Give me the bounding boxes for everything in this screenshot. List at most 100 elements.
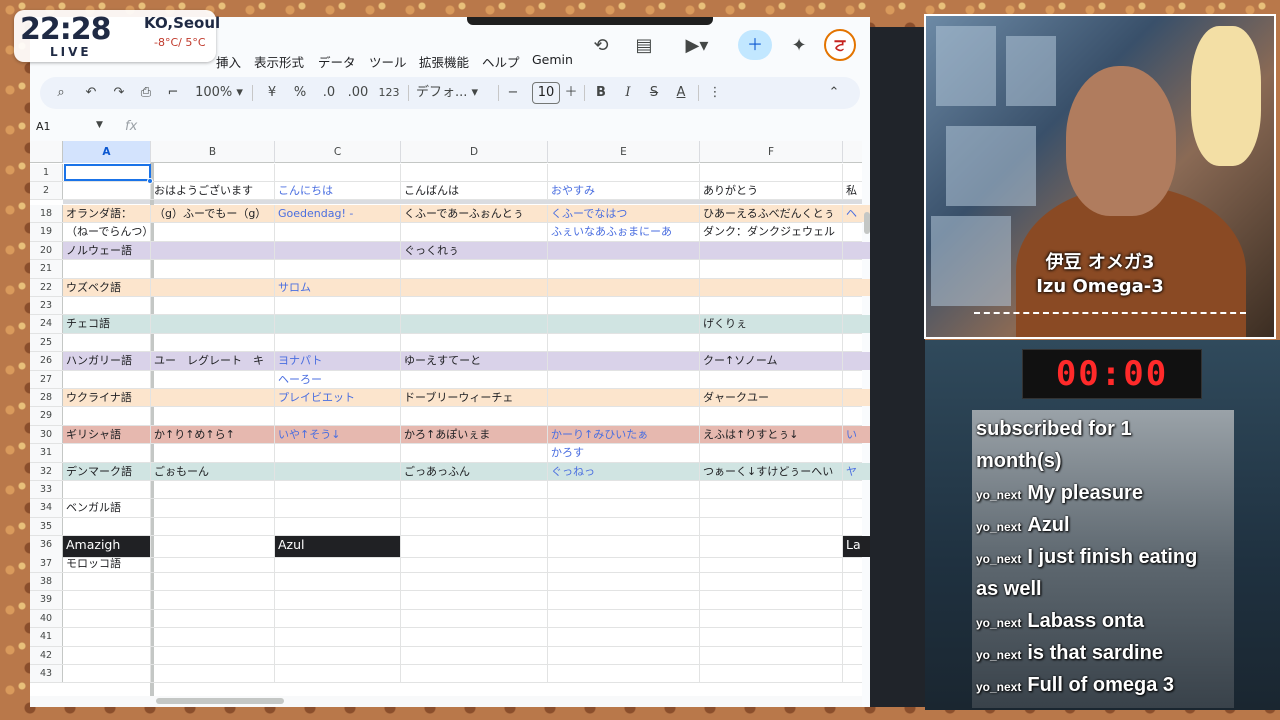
cell-f28[interactable]: ダャークユー: [700, 389, 843, 407]
cell-e22[interactable]: [548, 278, 700, 296]
row-number[interactable]: 37: [30, 554, 63, 572]
cell-f43[interactable]: [700, 665, 843, 683]
cell-e39[interactable]: [548, 591, 700, 609]
cell-g31[interactable]: [843, 444, 870, 461]
menu-extensions[interactable]: 拡張機能: [419, 52, 469, 71]
row-number[interactable]: 41: [30, 628, 63, 646]
cell-c19[interactable]: [275, 223, 401, 241]
cell-d37[interactable]: [401, 554, 548, 572]
cell-d27[interactable]: [401, 370, 548, 388]
row-number[interactable]: 42: [30, 646, 63, 664]
cell-f35[interactable]: [700, 517, 843, 536]
search-icon[interactable]: ⌕: [52, 83, 70, 103]
menu-help[interactable]: ヘルプ: [482, 52, 520, 71]
cell-d21[interactable]: [401, 260, 548, 278]
cell-e42[interactable]: [548, 646, 700, 664]
cell-c2[interactable]: こんにちは: [275, 182, 401, 200]
cell-c21[interactable]: [275, 260, 401, 278]
cell-g30[interactable]: い: [843, 425, 870, 444]
cell-a18[interactable]: オランダ語：: [63, 205, 151, 223]
cell-c38[interactable]: [275, 573, 401, 591]
cell-c42[interactable]: [275, 646, 401, 664]
font-size-input[interactable]: 10: [532, 82, 560, 104]
cell-g24[interactable]: [843, 315, 870, 333]
cell-c35[interactable]: [275, 517, 401, 536]
cell-e25[interactable]: [548, 333, 700, 352]
cell-f32[interactable]: つぁーく↓すけどぅーへい: [700, 462, 843, 480]
cell-a32[interactable]: デンマーク語: [63, 462, 151, 480]
name-box[interactable]: A1: [36, 120, 51, 133]
cell-e20[interactable]: [548, 241, 700, 260]
cell-b32[interactable]: ごぉもーん: [151, 462, 275, 480]
row-number[interactable]: 22: [30, 278, 63, 296]
cell-b20[interactable]: [151, 241, 275, 260]
percent-button[interactable]: %: [292, 83, 308, 103]
cell-b34[interactable]: [151, 499, 275, 517]
cell-e37[interactable]: [548, 554, 700, 572]
cell-e40[interactable]: [548, 609, 700, 628]
chat-username[interactable]: yo_next: [976, 488, 1021, 502]
cell-g26[interactable]: [843, 352, 870, 370]
decimal-increase-button[interactable]: .00: [345, 83, 371, 103]
row-number[interactable]: 2: [30, 182, 63, 200]
cell-d41[interactable]: [401, 628, 548, 646]
cell-d22[interactable]: [401, 278, 548, 296]
cell-d24[interactable]: [401, 315, 548, 333]
cell-f29[interactable]: [700, 407, 843, 425]
cell-d38[interactable]: [401, 573, 548, 591]
number-format-button[interactable]: 123: [376, 83, 402, 103]
menu-insert[interactable]: 挿入: [216, 52, 241, 71]
cell-b28[interactable]: [151, 389, 275, 407]
cell-a34[interactable]: ベンガル語: [63, 499, 151, 517]
cell-a39[interactable]: [63, 591, 151, 609]
cell-f37[interactable]: [700, 554, 843, 572]
cell-c26[interactable]: ヨナパト: [275, 352, 401, 370]
currency-button[interactable]: ¥: [264, 83, 280, 103]
cell-f21[interactable]: [700, 260, 843, 278]
cell-d23[interactable]: [401, 297, 548, 315]
cell-c33[interactable]: [275, 481, 401, 499]
horizontal-scrollbar[interactable]: [30, 696, 862, 707]
undo-icon[interactable]: ↶: [82, 83, 100, 103]
cell-d35[interactable]: [401, 517, 548, 536]
cell-d43[interactable]: [401, 665, 548, 683]
cell-b37[interactable]: [151, 554, 275, 572]
cell-a19[interactable]: （ねーでらんつ）: [63, 223, 151, 241]
cell-d26[interactable]: ゆーえすてーと: [401, 352, 548, 370]
text-color-button[interactable]: A: [673, 83, 689, 103]
menu-data[interactable]: データ: [318, 52, 356, 71]
cell-g28[interactable]: [843, 389, 870, 407]
cell-a28[interactable]: ウクライナ語: [63, 389, 151, 407]
row-number[interactable]: 18: [30, 205, 63, 223]
more-options-icon[interactable]: ⋮: [708, 83, 722, 103]
row-number[interactable]: 21: [30, 260, 63, 278]
column-header-e[interactable]: E: [548, 141, 700, 163]
menu-format[interactable]: 表示形式: [254, 52, 304, 71]
history-icon[interactable]: ⟲: [590, 35, 612, 57]
chat-username[interactable]: yo_next: [976, 680, 1021, 694]
cell-g34[interactable]: [843, 499, 870, 516]
cell-d2[interactable]: こんばんは: [401, 182, 548, 200]
cell-c20[interactable]: [275, 241, 401, 260]
cell-b26[interactable]: ユー レグレート キ: [151, 352, 275, 370]
cell-f19[interactable]: ダンク：ダンクジェウェル: [700, 223, 843, 241]
chat-username[interactable]: yo_next: [976, 552, 1021, 566]
column-header-a[interactable]: A: [63, 141, 151, 163]
cell-b29[interactable]: [151, 407, 275, 425]
cell-f38[interactable]: [700, 573, 843, 591]
cell-d20[interactable]: ぐっくれぅ: [401, 241, 548, 260]
fill-handle[interactable]: [147, 178, 153, 184]
cell-g43[interactable]: [843, 665, 870, 682]
cell-c24[interactable]: [275, 315, 401, 333]
cell-g20[interactable]: [843, 241, 870, 260]
row-number[interactable]: 23: [30, 297, 63, 315]
cell-a35[interactable]: [63, 517, 151, 536]
cell-e29[interactable]: [548, 407, 700, 425]
cell-b22[interactable]: [151, 278, 275, 296]
cell-c22[interactable]: サロム: [275, 278, 401, 296]
cell-e26[interactable]: [548, 352, 700, 370]
menu-gemini[interactable]: Gemin: [532, 52, 573, 67]
cell-e32[interactable]: ぐっねっ: [548, 462, 700, 480]
cell-a41[interactable]: [63, 628, 151, 646]
share-button[interactable]: ＋: [738, 30, 772, 60]
